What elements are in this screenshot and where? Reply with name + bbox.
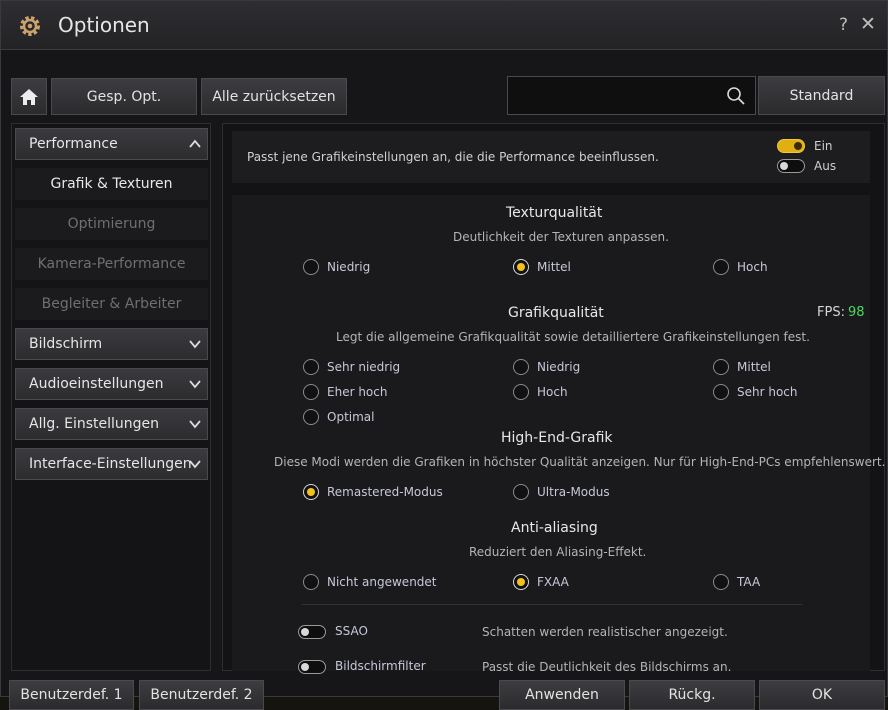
texture-radio-niedrig[interactable] [303, 259, 319, 275]
chevron-down-icon [189, 380, 201, 389]
aa-label-fxaa: FXAA [537, 575, 569, 589]
search-box [507, 76, 756, 115]
aa-label-taa: TAA [737, 575, 761, 589]
texture-radio-mittel[interactable] [513, 259, 529, 275]
graphics-radio-sehr-hoch[interactable] [713, 384, 729, 400]
close-icon[interactable]: ✕ [860, 13, 876, 35]
sidebar-category-audio[interactable]: Audioeinstellungen [15, 368, 208, 400]
ssao-toggle[interactable] [298, 625, 326, 639]
graphics-radio-optimal[interactable] [303, 409, 319, 425]
sidebar-item-grafik-texturen[interactable]: Grafik & Texturen [15, 168, 208, 200]
highend-desc: Diese Modi werden die Grafiken in höchst… [274, 455, 886, 469]
sidebar-category-performance[interactable]: Performance [15, 128, 208, 160]
antialiasing-title: Anti-aliasing [511, 520, 598, 536]
aa-radio-none[interactable] [303, 574, 319, 590]
reset-all-button[interactable]: Alle zurücksetzen [201, 78, 347, 115]
graphics-label-sehr-niedrig: Sehr niedrig [327, 360, 401, 374]
search-icon[interactable] [726, 86, 746, 106]
antialiasing-desc: Reduziert den Aliasing-Effekt. [469, 545, 647, 559]
custom-preset-1-button[interactable]: Benutzerdef. 1 [9, 680, 134, 710]
texture-quality-desc: Deutlichkeit der Texturen anpassen. [453, 230, 669, 244]
fps-value: 98 [848, 305, 865, 320]
category-label: Interface-Einstellungen [29, 456, 192, 472]
highend-radio-ultra[interactable] [513, 484, 529, 500]
mode-on-label: Ein [814, 139, 833, 153]
mode-off-label: Aus [814, 159, 837, 173]
graphics-radio-niedrig[interactable] [513, 359, 529, 375]
graphics-label-sehr-hoch: Sehr hoch [737, 385, 798, 399]
category-label: Allg. Einstellungen [29, 416, 160, 432]
aa-radio-taa[interactable] [713, 574, 729, 590]
screen-filter-label: Bildschirmfilter [335, 659, 426, 673]
graphics-label-hoch: Hoch [537, 385, 568, 399]
graphics-radio-mittel[interactable] [713, 359, 729, 375]
texture-label-hoch: Hoch [737, 260, 768, 274]
graphics-label-optimal: Optimal [327, 410, 375, 424]
texture-radio-hoch[interactable] [713, 259, 729, 275]
page-description: Passt jene Grafikeinstellungen an, die d… [247, 150, 659, 164]
home-button[interactable] [11, 78, 47, 115]
sidebar-item-begleiter-arbeiter[interactable]: Begleiter & Arbeiter [15, 288, 208, 320]
mode-off-toggle[interactable] [777, 159, 805, 173]
category-label: Audioeinstellungen [29, 376, 164, 392]
fps-label: FPS: [817, 305, 845, 320]
highend-label-ultra: Ultra-Modus [537, 485, 610, 499]
screen-filter-toggle[interactable] [298, 660, 326, 674]
highend-radio-remastered[interactable] [303, 484, 319, 500]
screen-filter-desc: Passt die Deutlichkeit des Bildschirms a… [482, 660, 732, 674]
ssao-label: SSAO [335, 624, 368, 638]
aa-label-none: Nicht angewendet [327, 575, 437, 589]
graphics-radio-eher-hoch[interactable] [303, 384, 319, 400]
home-icon [20, 88, 38, 105]
graphics-label-mittel: Mittel [737, 360, 771, 374]
graphics-radio-sehr-niedrig[interactable] [303, 359, 319, 375]
texture-quality-title: Texturqualität [506, 205, 603, 221]
sidebar-category-interface[interactable]: Interface-Einstellungen [15, 448, 208, 480]
search-input[interactable] [516, 85, 720, 109]
chevron-down-icon [189, 460, 201, 469]
chevron-down-icon [189, 340, 201, 349]
graphics-quality-desc: Legt die allgemeine Grafikqualität sowie… [336, 330, 810, 344]
title-bar: Optionen ? ✕ [1, 1, 887, 50]
highend-label-remastered: Remastered-Modus [327, 485, 443, 499]
graphics-radio-hoch[interactable] [513, 384, 529, 400]
help-icon[interactable]: ? [839, 15, 848, 35]
ssao-desc: Schatten werden realistischer angezeigt. [482, 625, 728, 639]
window-title: Optionen [58, 13, 150, 37]
chevron-down-icon [189, 420, 201, 429]
sidebar-item-optimierung[interactable]: Optimierung [15, 208, 208, 240]
category-label: Performance [29, 136, 118, 152]
section-divider [302, 604, 802, 605]
back-button[interactable]: Rückg. [629, 680, 755, 710]
chevron-up-icon [189, 139, 201, 148]
sidebar-category-allgemein[interactable]: Allg. Einstellungen [15, 408, 208, 440]
apply-button[interactable]: Anwenden [499, 680, 625, 710]
custom-preset-2-button[interactable]: Benutzerdef. 2 [139, 680, 264, 710]
graphics-label-niedrig: Niedrig [537, 360, 581, 374]
texture-label-niedrig: Niedrig [327, 260, 371, 274]
gear-icon [20, 16, 40, 36]
mode-on-toggle[interactable] [777, 139, 805, 153]
highend-title: High-End-Grafik [501, 430, 613, 446]
graphics-quality-title: Grafikqualität [508, 305, 604, 321]
aa-radio-fxaa[interactable] [513, 574, 529, 590]
category-label: Bildschirm [29, 336, 103, 352]
sidebar-category-bildschirm[interactable]: Bildschirm [15, 328, 208, 360]
ok-button[interactable]: OK [759, 680, 885, 710]
sidebar-item-kamera-performance[interactable]: Kamera-Performance [15, 248, 208, 280]
graphics-label-eher-hoch: Eher hoch [327, 385, 388, 399]
standard-button[interactable]: Standard [758, 76, 885, 115]
texture-label-mittel: Mittel [537, 260, 571, 274]
saved-options-button[interactable]: Gesp. Opt. [51, 78, 197, 115]
